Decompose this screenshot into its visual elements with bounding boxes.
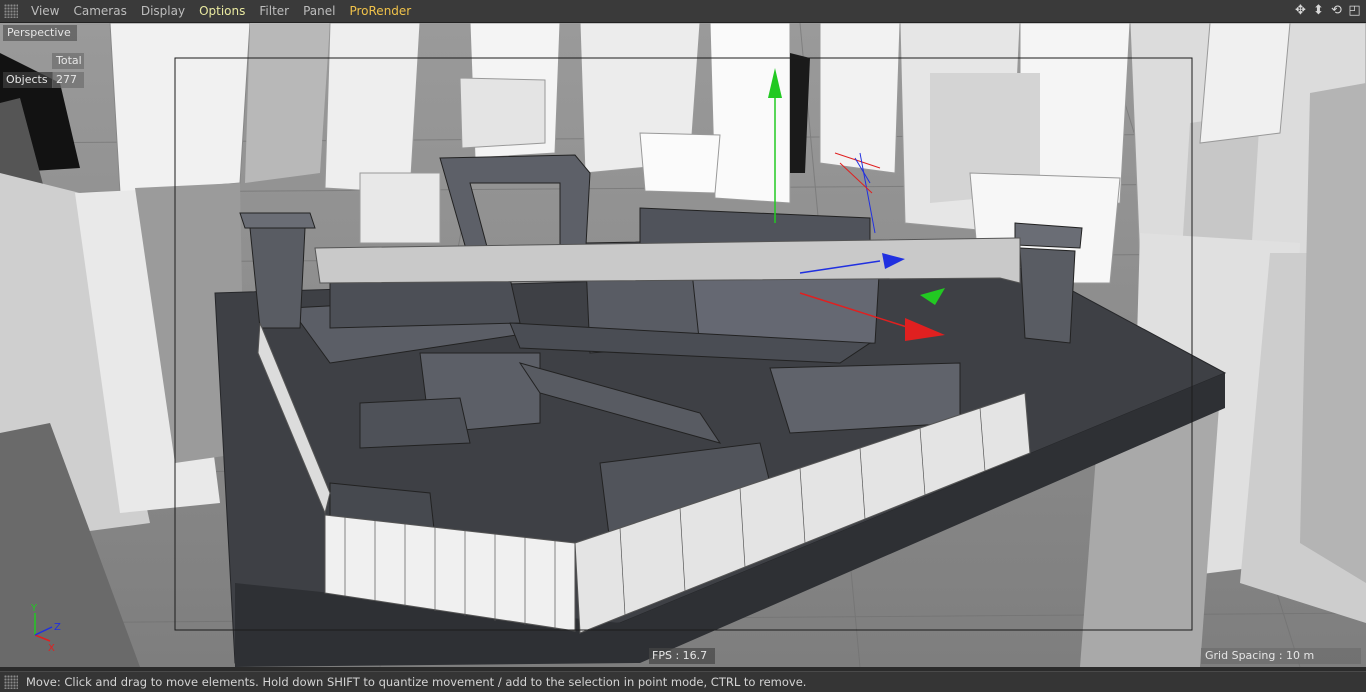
- status-bar: Move: Click and drag to move elements. H…: [0, 671, 1366, 692]
- perspective-viewport[interactable]: Y X Z Perspective Total Objects 277 FPS …: [0, 23, 1366, 667]
- maximize-view-icon[interactable]: ◰: [1347, 2, 1362, 19]
- menu-options[interactable]: Options: [192, 0, 252, 23]
- menu-filter[interactable]: Filter: [252, 0, 296, 23]
- move-view-icon[interactable]: ✥: [1293, 2, 1308, 19]
- grid-spacing-readout: Grid Spacing : 10 m: [1201, 648, 1361, 664]
- dolly-view-icon[interactable]: ⬍: [1311, 2, 1326, 19]
- status-text: Move: Click and drag to move elements. H…: [26, 675, 807, 689]
- menu-view[interactable]: View: [24, 0, 66, 23]
- axis-y-label: Y: [30, 603, 38, 614]
- axis-z-label: Z: [54, 622, 61, 633]
- scene-render[interactable]: Y X Z: [0, 23, 1366, 667]
- menu-display[interactable]: Display: [134, 0, 192, 23]
- stats-objects-value: 277: [52, 72, 84, 88]
- menu-prorender[interactable]: ProRender: [342, 0, 418, 23]
- menu-cameras[interactable]: Cameras: [66, 0, 133, 23]
- statusbar-grip-icon[interactable]: [4, 675, 18, 689]
- stats-objects-label: Objects: [3, 72, 53, 88]
- rotate-view-icon[interactable]: ⟲: [1329, 2, 1344, 19]
- fps-readout: FPS : 16.7: [649, 648, 715, 664]
- view-navigation-icons: ✥ ⬍ ⟲ ◰: [1293, 2, 1362, 19]
- menu-panel[interactable]: Panel: [296, 0, 342, 23]
- viewport-menubar: View Cameras Display Options Filter Pane…: [0, 0, 1366, 23]
- view-name-label[interactable]: Perspective: [3, 25, 77, 41]
- axis-x-label: X: [48, 643, 55, 654]
- menubar-grip-icon[interactable]: [4, 4, 18, 18]
- stats-total-header: Total: [52, 53, 84, 69]
